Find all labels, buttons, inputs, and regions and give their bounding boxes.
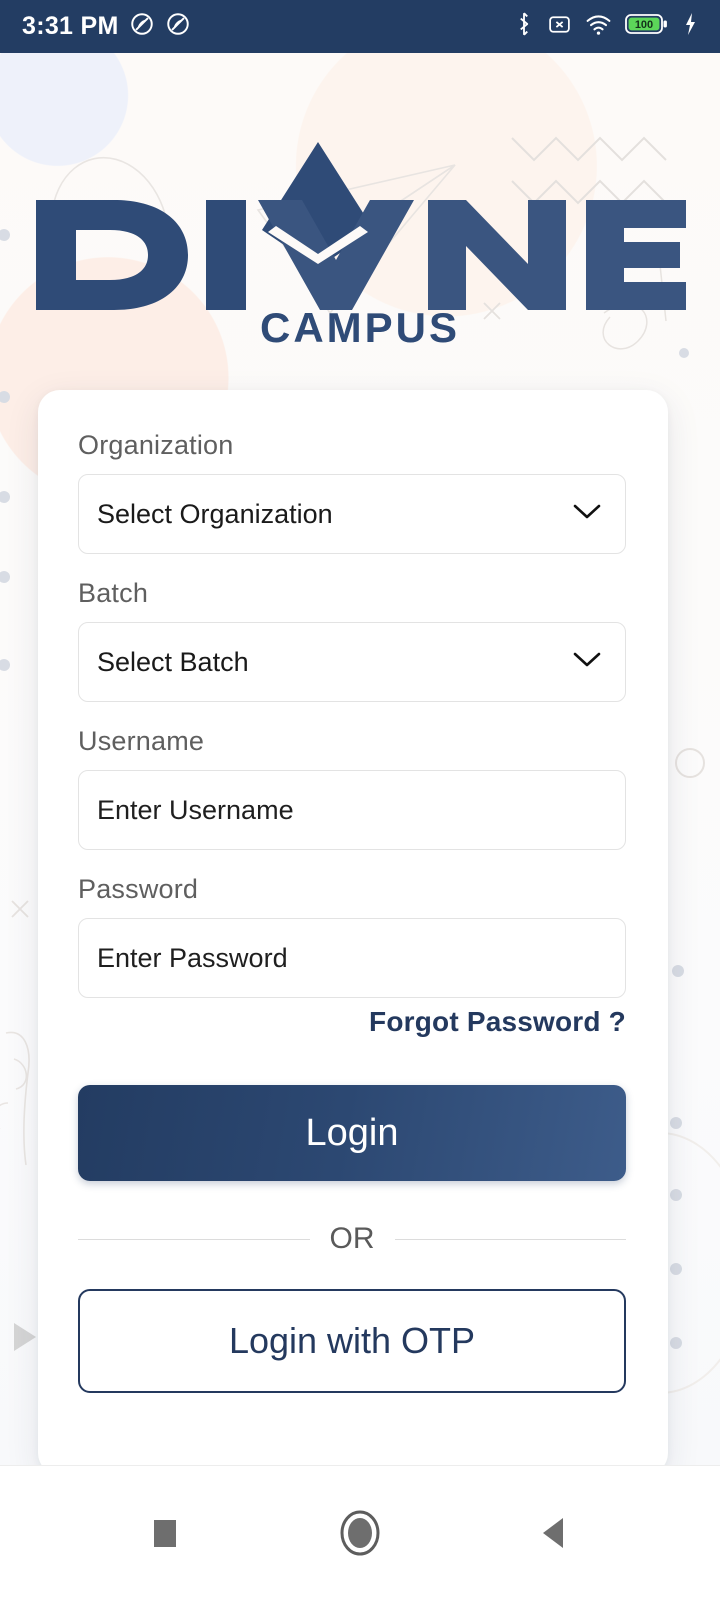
- batch-value: Select Batch: [97, 646, 249, 677]
- status-bar-left: 3:31 PM: [22, 11, 191, 42]
- status-bar: 3:31 PM 100: [0, 0, 720, 53]
- brand-logo: CAMPUS: [0, 138, 720, 353]
- divider-line-left: [78, 1238, 310, 1240]
- recents-square-icon[interactable]: [130, 1498, 200, 1568]
- username-input-wrapper[interactable]: Enter Username: [78, 770, 626, 850]
- or-divider: OR: [78, 1219, 626, 1259]
- svg-text:100: 100: [635, 19, 653, 31]
- organization-value: Select Organization: [97, 498, 333, 529]
- login-button[interactable]: Login: [78, 1085, 626, 1181]
- no-sim-icon: [547, 12, 572, 42]
- brand-subtitle: CAMPUS: [259, 304, 460, 351]
- phone-screen: 3:31 PM 100 CAMPUS Organization Select O…: [0, 0, 720, 1600]
- batch-select[interactable]: Select Batch: [78, 622, 626, 702]
- username-label: Username: [78, 726, 205, 756]
- bluetooth-icon: [514, 11, 534, 42]
- login-card: Organization Select Organization Batch S…: [38, 390, 668, 1465]
- forgot-password-link[interactable]: Forgot Password ?: [78, 1006, 626, 1038]
- password-input-wrapper[interactable]: Enter Password: [78, 918, 626, 998]
- dnd-icon: [129, 11, 155, 42]
- status-bar-right: 100: [514, 11, 698, 42]
- app-background: CAMPUS Organization Select Organization …: [0, 53, 720, 1465]
- android-navigation-bar: [0, 1465, 720, 1600]
- password-label: Password: [78, 874, 199, 904]
- wifi-icon: [585, 13, 612, 41]
- dnd-icon: [165, 11, 191, 42]
- charging-bolt-icon: [682, 12, 698, 41]
- status-bar-clock: 3:31 PM: [22, 12, 119, 40]
- chevron-down-icon: [567, 647, 607, 678]
- login-with-otp-button[interactable]: Login with OTP: [78, 1289, 626, 1393]
- divine-diamond-logo: [36, 142, 686, 310]
- back-triangle-icon[interactable]: [520, 1498, 590, 1568]
- password-input[interactable]: Enter Password: [97, 943, 288, 974]
- organization-select[interactable]: Select Organization: [78, 474, 626, 554]
- chevron-down-icon: [567, 499, 607, 530]
- battery-icon: 100: [625, 12, 669, 41]
- divider-line-right: [394, 1238, 626, 1240]
- divider-label: OR: [329, 1222, 375, 1255]
- username-input[interactable]: Enter Username: [97, 795, 294, 826]
- organization-label: Organization: [78, 430, 234, 460]
- home-circle-icon[interactable]: [325, 1498, 395, 1568]
- batch-label: Batch: [78, 578, 149, 608]
